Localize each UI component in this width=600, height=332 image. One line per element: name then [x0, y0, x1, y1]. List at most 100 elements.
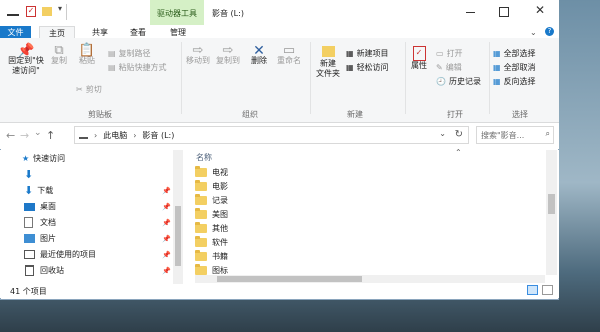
nav-item-pictures[interactable]: 图片 📌 — [0, 231, 171, 246]
folder-icon — [195, 207, 207, 219]
copy-path-button[interactable]: ▤ 复制路径 — [108, 48, 151, 59]
rename-button[interactable]: ▭ 重命名 — [274, 44, 304, 66]
nav-item-recycle-bin[interactable]: 回收站 📌 — [0, 263, 171, 278]
download-icon: ⬇ — [24, 184, 34, 197]
pin-quick-access-button[interactable]: 📌 固定到"快 速访问" — [4, 43, 48, 76]
list-item[interactable]: 书籍 — [195, 249, 228, 263]
copy-to-button[interactable]: ⇨ 复制到 — [215, 43, 241, 66]
recent-locations-icon[interactable]: ⌄ — [34, 128, 42, 138]
paste-shortcut-button[interactable]: ▤ 粘贴快捷方式 — [108, 62, 167, 73]
ribbon-collapse-icon[interactable]: ⌄ — [530, 28, 537, 37]
nav-scrollbar[interactable] — [173, 150, 183, 284]
properties-icon: ✓ — [412, 46, 426, 61]
paste-label: 粘贴 — [79, 56, 95, 65]
back-arrow-icon[interactable]: ← — [6, 129, 15, 142]
nav-item-desktop[interactable]: 桌面 📌 — [0, 199, 171, 214]
folder-icon — [195, 179, 207, 191]
properties-check-icon[interactable]: ✓ — [26, 6, 36, 17]
properties-button[interactable]: ✓ 属性 — [408, 46, 430, 71]
select-none-icon: ▦ — [493, 63, 501, 72]
help-icon[interactable]: ? — [545, 27, 554, 36]
forward-arrow-icon[interactable]: → — [20, 129, 29, 142]
file-name: 电视 — [212, 167, 228, 177]
open-label: 打开 — [446, 49, 463, 58]
easy-access-button[interactable]: ▦ 轻松访问 — [346, 62, 389, 73]
select-all-button[interactable]: ▦ 全部选择 — [493, 48, 536, 59]
pin-icon: 📌 — [162, 187, 171, 195]
paste-button[interactable]: 📋 粘贴 — [76, 44, 98, 66]
file-name: 其他 — [212, 223, 228, 233]
nav-item-recent[interactable]: 最近使用的项目 📌 — [0, 247, 171, 262]
list-item[interactable]: 美图 — [195, 207, 228, 221]
drive-tools-context-label: 驱动器工具 — [150, 0, 204, 26]
nav-scrollbar-thumb[interactable] — [175, 206, 181, 266]
select-none-button[interactable]: ▦ 全部取消 — [493, 62, 536, 73]
search-icon[interactable]: ⌕ — [546, 129, 550, 139]
copy-button[interactable]: ⧉ 复制 — [48, 44, 70, 66]
new-folder-qat-icon[interactable] — [42, 7, 52, 16]
sort-indicator-icon: ⌃ — [455, 148, 462, 157]
invert-selection-button[interactable]: ▦ 反向选择 — [493, 76, 536, 87]
new-folder-label: 新建 文件夹 — [316, 59, 340, 78]
history-button[interactable]: 🕘 历史记录 — [436, 76, 481, 87]
group-label-organize: 组织 — [242, 110, 258, 119]
address-dropdown-icon[interactable]: ⌄ — [439, 129, 446, 138]
nav-label: 文档 — [40, 218, 56, 227]
list-item[interactable]: 其他 — [195, 221, 228, 235]
copy-to-icon: ⇨ — [222, 43, 234, 58]
properties-label: 属性 — [411, 61, 427, 70]
history-icon: 🕘 — [436, 77, 446, 86]
list-item[interactable]: 软件 — [195, 235, 228, 249]
delete-button[interactable]: ✕ 删除 — [248, 43, 270, 66]
nav-item-download-arrow[interactable]: ⬇ — [0, 167, 168, 182]
pin-icon: 📌 — [17, 43, 35, 59]
new-item-button[interactable]: ▦ 新建项目 — [346, 48, 389, 59]
maximize-icon[interactable] — [499, 7, 509, 17]
copy-path-label: 复制路径 — [118, 49, 151, 58]
nav-item-quick-access[interactable]: ★ 快速访问 — [0, 151, 168, 166]
recycle-bin-icon — [25, 265, 34, 276]
easy-access-label: 轻松访问 — [356, 63, 389, 72]
pin-icon: 📌 — [162, 235, 171, 243]
vertical-scrollbar-thumb[interactable] — [548, 194, 555, 214]
drive-icon — [79, 131, 88, 139]
breadcrumb-drive[interactable]: 影音 (L:) — [142, 130, 174, 141]
select-all-icon: ▦ — [493, 49, 501, 58]
refresh-icon[interactable]: ↻ — [455, 129, 463, 140]
minimize-icon[interactable] — [466, 12, 475, 13]
close-icon[interactable]: ✕ — [535, 3, 545, 17]
open-button[interactable]: ▭ 打开 — [436, 48, 463, 59]
copy-to-label: 复制到 — [216, 56, 240, 65]
folder-icon — [195, 221, 207, 233]
up-arrow-icon[interactable]: ↑ — [46, 129, 55, 142]
nav-label: 下载 — [37, 186, 54, 195]
paste-shortcut-label: 粘贴快捷方式 — [118, 63, 167, 72]
new-folder-button[interactable]: 新建 文件夹 — [313, 46, 343, 79]
edit-button[interactable]: ✎ 编辑 — [436, 62, 462, 73]
horizontal-scrollbar-thumb[interactable] — [217, 276, 362, 282]
breadcrumb-this-pc[interactable]: 此电脑 — [103, 130, 127, 141]
nav-label: 最近使用的项目 — [40, 250, 96, 259]
new-item-label: 新建项目 — [356, 49, 389, 58]
folder-icon — [195, 249, 207, 261]
address-bar[interactable]: › 此电脑 › 影音 (L:) ⌄ ↻ — [74, 126, 469, 144]
delete-x-icon: ✕ — [253, 43, 265, 59]
column-header-name[interactable]: 名称 — [196, 152, 212, 163]
horizontal-scrollbar[interactable] — [195, 275, 545, 283]
large-icons-view-icon[interactable] — [542, 285, 553, 295]
ribbon-separator — [181, 42, 182, 114]
content-pane: 名称 ⌃ — [186, 148, 559, 284]
vertical-scrollbar[interactable] — [546, 150, 557, 275]
list-item[interactable]: 电视 — [195, 165, 228, 179]
search-box[interactable]: 搜索"影音... ⌕ — [476, 126, 554, 144]
details-view-icon[interactable] — [527, 285, 538, 295]
list-item[interactable]: 记录 — [195, 193, 228, 207]
pin-quick-access-label: 固定到"快 速访问" — [8, 56, 44, 75]
list-item[interactable]: 电影 — [195, 179, 228, 193]
group-label-clipboard: 剪贴板 — [88, 110, 112, 119]
qat-dropdown-icon[interactable]: ▾ — [58, 4, 62, 13]
nav-item-downloads[interactable]: ⬇ 下载 📌 — [0, 183, 171, 198]
nav-item-documents[interactable]: 文档 📌 — [0, 215, 171, 230]
cut-button[interactable]: ✂ 剪切 — [76, 84, 102, 95]
move-to-button[interactable]: ⇨ 移动到 — [185, 44, 211, 66]
